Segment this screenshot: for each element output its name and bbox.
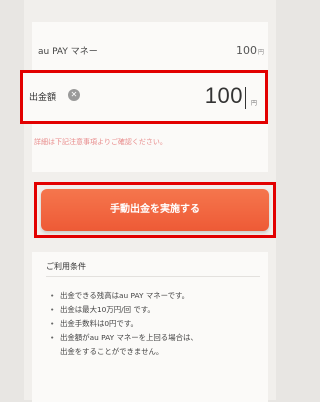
terms-item: 出金手数料は0円です。 bbox=[50, 317, 264, 331]
terms-section: ご利用条件 出金できる残高はau PAY マネーです。 出金は最大10万円/回 … bbox=[32, 252, 268, 402]
clear-icon[interactable]: ✕ bbox=[68, 89, 80, 101]
text-cursor bbox=[245, 87, 246, 109]
details-note: 詳細は下記注意事項よりご確認ください。 bbox=[34, 138, 167, 146]
balance-unit: 円 bbox=[257, 48, 264, 56]
terms-item: 出金は最大10万円/回 です。 bbox=[50, 303, 264, 317]
manual-withdraw-button[interactable]: 手動出金を実施する bbox=[41, 189, 269, 231]
balance-label: au PAY マネー bbox=[38, 46, 98, 57]
withdraw-amount-unit: 円 bbox=[250, 100, 257, 107]
terms-item: 出金できる残高はau PAY マネーです。 bbox=[50, 289, 264, 303]
balance-amount-value: 100 bbox=[235, 43, 257, 57]
submit-button-highlight: 手動出金を実施する bbox=[34, 182, 276, 238]
withdraw-amount-input[interactable]: 100 bbox=[205, 83, 243, 109]
withdraw-amount-field[interactable]: 出金額 ✕ 100 円 bbox=[20, 70, 268, 124]
withdraw-amount-label: 出金額 bbox=[29, 93, 57, 103]
terms-title: ご利用条件 bbox=[46, 262, 86, 271]
terms-divider bbox=[46, 276, 260, 277]
terms-item: 出金額がau PAY マネーを上回る場合は、 出金をすることができません。 bbox=[50, 331, 264, 359]
balance-row: au PAY マネー 100円 bbox=[38, 40, 264, 60]
balance-amount: 100円 bbox=[236, 44, 264, 57]
terms-list: 出金できる残高はau PAY マネーです。 出金は最大10万円/回 です。 出金… bbox=[50, 289, 264, 359]
